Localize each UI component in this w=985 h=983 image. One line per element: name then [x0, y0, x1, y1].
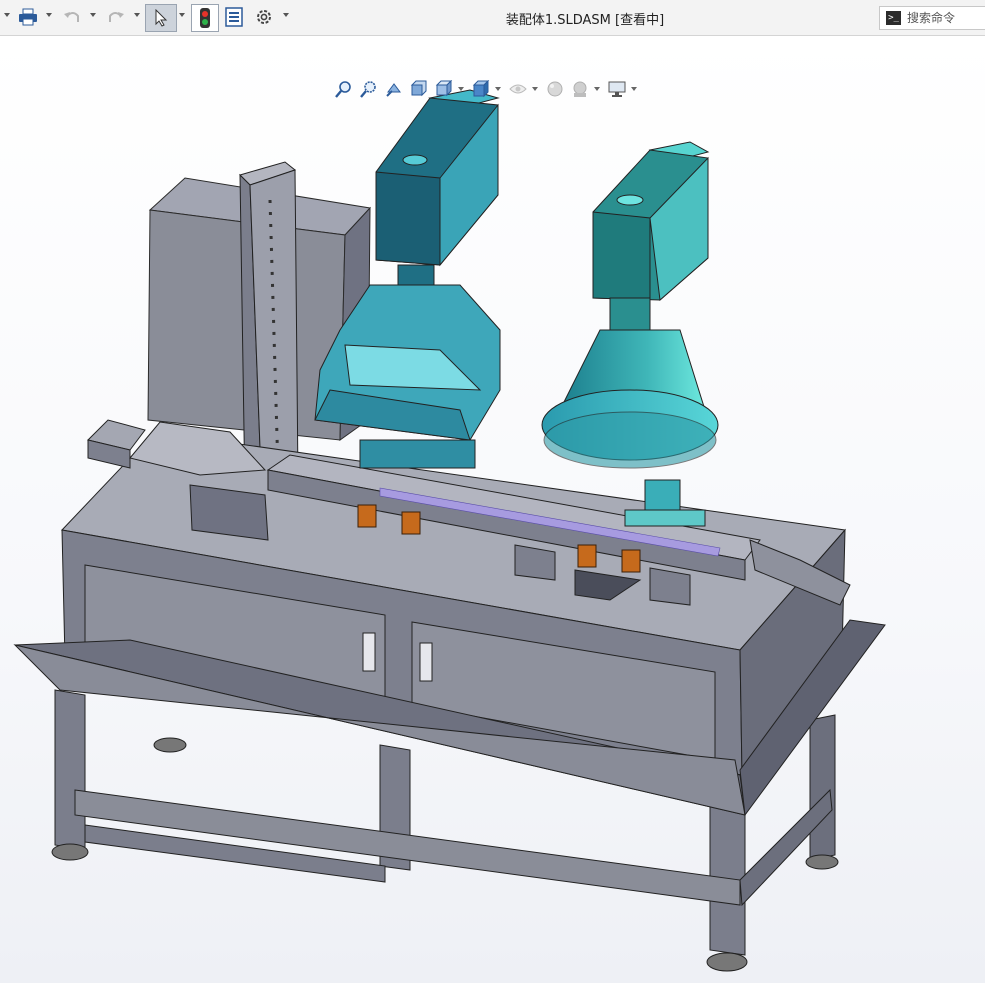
hide-show-chevron-down-icon[interactable]: [532, 87, 538, 91]
select-chevron-down-icon[interactable]: [179, 13, 185, 17]
menu-chevron-down-icon[interactable]: [4, 13, 10, 17]
redo-icon[interactable]: [104, 4, 128, 30]
view-orientation-icon[interactable]: [433, 78, 455, 100]
undo-chevron-down-icon[interactable]: [90, 13, 96, 17]
redo-chevron-down-icon[interactable]: [134, 13, 140, 17]
options-chevron-down-icon[interactable]: [283, 13, 289, 17]
section-view-icon[interactable]: [408, 78, 430, 100]
options-icon[interactable]: [252, 4, 276, 30]
print-icon[interactable]: [16, 4, 40, 30]
command-prompt-icon: >_: [886, 11, 901, 25]
apply-scene-icon[interactable]: [569, 78, 591, 100]
file-properties-icon[interactable]: [222, 4, 246, 30]
search-field[interactable]: >_: [879, 6, 985, 30]
assembly-model[interactable]: [0, 36, 985, 983]
graphics-area[interactable]: [0, 36, 985, 983]
view-heads-up-toolbar: [333, 76, 643, 102]
zoom-to-fit-icon[interactable]: [333, 78, 355, 100]
right-press-head: [541, 141, 719, 527]
display-style-chevron-down-icon[interactable]: [495, 87, 501, 91]
search-input[interactable]: [907, 11, 983, 25]
hide-show-items-icon[interactable]: [507, 78, 529, 100]
rebuild-icon[interactable]: [191, 4, 219, 32]
select-icon[interactable]: [145, 4, 177, 32]
apply-scene-chevron-down-icon[interactable]: [594, 87, 600, 91]
view-settings-icon[interactable]: [606, 78, 628, 100]
view-settings-chevron-down-icon[interactable]: [631, 87, 637, 91]
zoom-to-area-icon[interactable]: [358, 78, 380, 100]
undo-icon[interactable]: [60, 4, 84, 30]
display-style-icon[interactable]: [470, 78, 492, 100]
print-chevron-down-icon[interactable]: [46, 13, 52, 17]
previous-view-icon[interactable]: [383, 78, 405, 100]
title-bar: 装配体1.SLDASM [查看中] >_: [0, 0, 985, 36]
view-orientation-chevron-down-icon[interactable]: [458, 87, 464, 91]
edit-appearance-icon[interactable]: [544, 78, 566, 100]
